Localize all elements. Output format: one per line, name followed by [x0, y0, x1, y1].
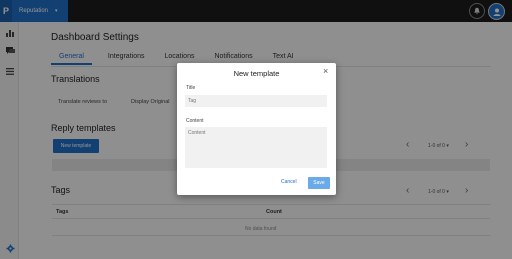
title-field[interactable]	[185, 95, 327, 107]
dialog-title: New template	[233, 69, 280, 78]
content-field[interactable]	[185, 127, 327, 168]
cancel-button[interactable]: Cancel	[281, 179, 297, 185]
save-button[interactable]: Save	[308, 177, 330, 189]
new-template-dialog: New template × Title Content Cancel Save	[177, 63, 336, 195]
content-field-label: Content	[186, 118, 204, 124]
title-field-label: Title	[186, 85, 196, 91]
close-icon[interactable]: ×	[323, 67, 328, 76]
